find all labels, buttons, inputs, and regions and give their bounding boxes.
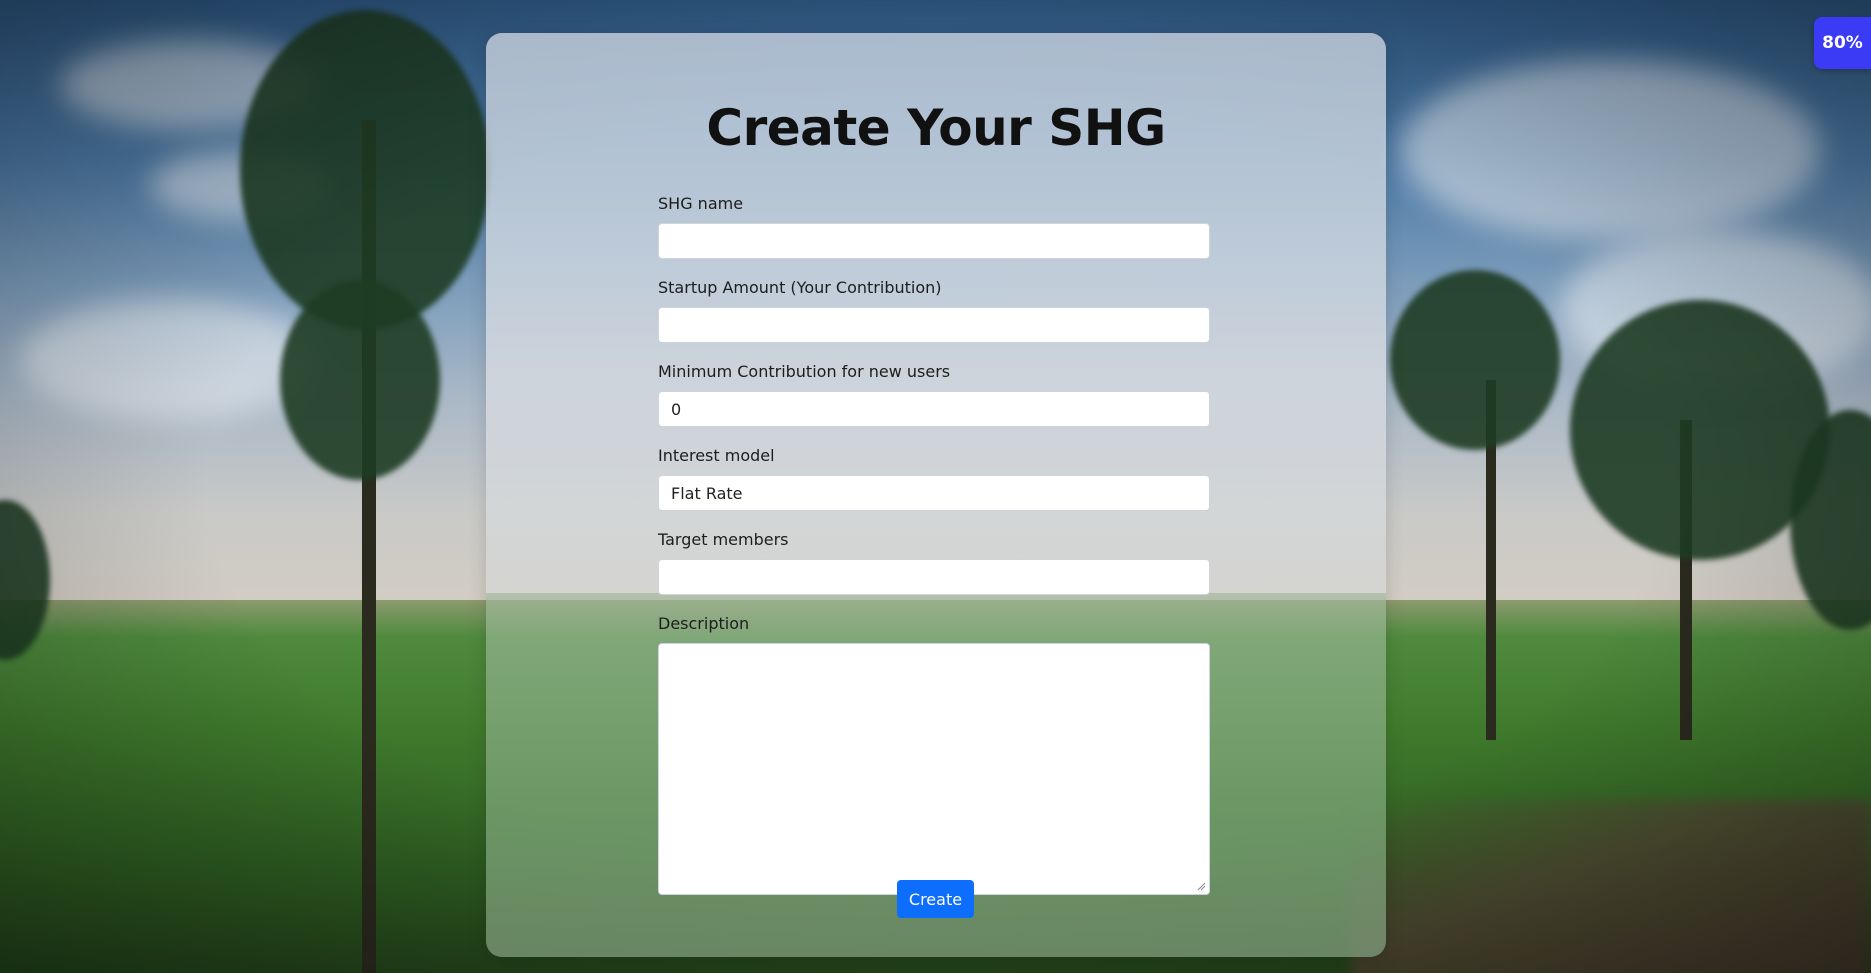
description-textarea[interactable] (658, 643, 1210, 895)
zoom-level-badge[interactable]: 80% (1814, 17, 1871, 69)
resize-handle-icon[interactable] (1196, 881, 1206, 891)
shg-name-label: SHG name (658, 194, 744, 213)
target-members-input[interactable] (658, 559, 1210, 595)
interest-model-label: Interest model (658, 446, 775, 465)
page-title: Create Your SHG (706, 99, 1166, 157)
startup-amount-label: Startup Amount (Your Contribution) (658, 278, 942, 297)
description-label: Description (658, 614, 750, 633)
create-shg-card: Create Your SHG SHG name Startup Amount … (486, 33, 1386, 957)
startup-amount-input[interactable] (658, 307, 1210, 343)
create-button[interactable]: Create (897, 880, 974, 918)
interest-model-input[interactable] (658, 475, 1210, 511)
shg-name-input[interactable] (658, 223, 1210, 259)
min-contribution-label: Minimum Contribution for new users (658, 362, 951, 381)
min-contribution-input[interactable] (658, 391, 1210, 427)
target-members-label: Target members (658, 530, 789, 549)
